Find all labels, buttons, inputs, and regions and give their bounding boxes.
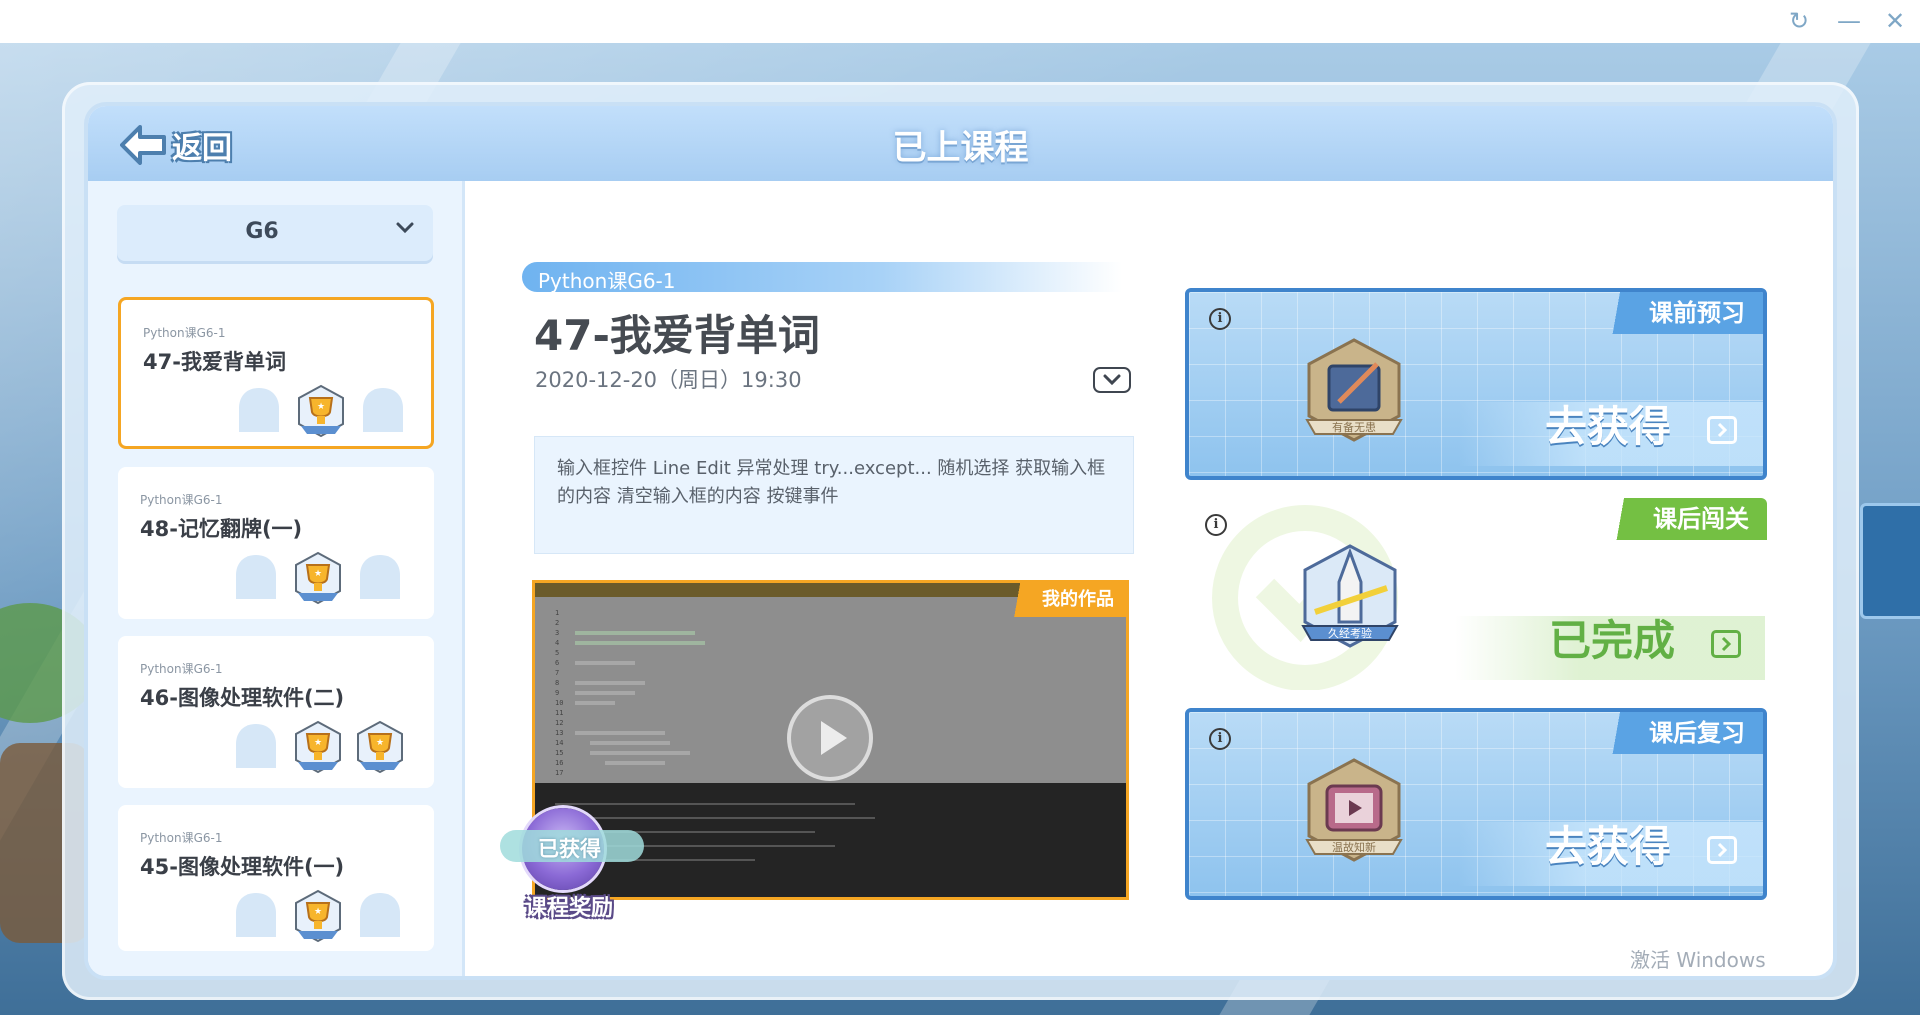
course-description-box: 输入框控件 Line Edit 异常处理 try...except... 随机选…	[534, 436, 1134, 554]
lesson-title: 46-图像处理软件(二)	[140, 686, 345, 710]
course-date: 2020-12-20（周日）19:30	[535, 368, 802, 392]
header-bar: 返回 已上课程	[88, 106, 1833, 181]
medal-text: 久经考验	[1328, 626, 1372, 640]
empty-badge-icon	[360, 893, 400, 937]
lesson-course: Python课G6-1	[143, 326, 226, 340]
chevron-right-icon[interactable]	[1711, 630, 1741, 658]
course-reward-button[interactable]: 已获得 课程奖励	[500, 808, 644, 921]
empty-badge-icon	[239, 388, 279, 432]
my-work-tag: 我的作品	[1002, 583, 1126, 617]
card-action: 去获得	[1544, 822, 1671, 871]
info-icon[interactable]: i	[1209, 308, 1231, 330]
lesson-course: Python课G6-1	[140, 662, 223, 676]
info-icon[interactable]: i	[1209, 728, 1231, 750]
trophy-badge-icon: ★	[295, 551, 341, 605]
play-icon[interactable]	[787, 695, 873, 781]
expand-toggle-button[interactable]	[1093, 367, 1131, 393]
card-tag: 课后复习	[1587, 712, 1763, 754]
lesson-badges: ★ ★	[230, 720, 406, 776]
course-tag: Python课G6-1	[522, 262, 1122, 293]
lesson-badges: ★	[230, 889, 406, 945]
empty-badge-icon	[236, 724, 276, 768]
lesson-title: 45-图像处理软件(一)	[140, 855, 345, 879]
empty-badge-icon	[360, 555, 400, 599]
grade-select[interactable]: G6	[117, 205, 433, 261]
trophy-badge-icon: ★	[295, 720, 341, 774]
empty-badge-icon	[236, 893, 276, 937]
svg-text:★: ★	[317, 402, 325, 412]
page-title: 已上课程	[892, 128, 1029, 168]
svg-text:★: ★	[314, 738, 322, 748]
lesson-badges: ★	[233, 384, 409, 440]
lesson-card[interactable]: Python课G6-1 48-记忆翻牌(一) ★	[118, 467, 434, 619]
course-title: 47-我爱背单词	[534, 311, 820, 360]
info-icon[interactable]: i	[1205, 514, 1227, 536]
trophy-badge-icon: ★	[357, 720, 403, 774]
challenge-task-card[interactable]: i 课后闯关 久经考验 已完成	[1185, 498, 1767, 690]
grade-select-value: G6	[245, 219, 279, 244]
lesson-card[interactable]: Python课G6-1 46-图像处理软件(二) ★ ★	[118, 636, 434, 788]
chevron-down-icon	[1103, 374, 1121, 386]
lesson-title: 48-记忆翻牌(一)	[140, 517, 303, 541]
reward-status: 已获得	[538, 837, 601, 861]
lesson-course: Python课G6-1	[140, 831, 223, 845]
chevron-right-icon[interactable]	[1707, 416, 1737, 444]
lesson-course: Python课G6-1	[140, 493, 223, 507]
svg-text:★: ★	[376, 738, 384, 748]
reward-label: 课程奖励	[525, 896, 614, 921]
svg-text:★: ★	[314, 569, 322, 579]
lesson-title: 47-我爱背单词	[143, 350, 286, 374]
chevron-down-icon	[396, 222, 414, 234]
refresh-icon[interactable]: ↻	[1784, 6, 1814, 36]
empty-badge-icon	[363, 388, 403, 432]
course-description: 输入框控件 Line Edit 异常处理 try...except... 随机选…	[557, 458, 1106, 507]
minimize-icon[interactable]: —	[1834, 6, 1864, 36]
empty-badge-icon	[236, 555, 276, 599]
book-medal-icon: 有备无患	[1305, 338, 1403, 442]
trophy-badge-icon: ★	[295, 889, 341, 943]
medal-text: 温故知新	[1332, 840, 1376, 854]
medal-text: 有备无患	[1332, 420, 1376, 434]
course-tag-label: Python课G6-1	[538, 269, 676, 293]
card-action: 已完成	[1548, 616, 1675, 665]
lesson-badges: ★	[230, 551, 406, 607]
close-icon[interactable]: ✕	[1880, 6, 1910, 36]
tablet-medal-icon: 温故知新	[1305, 758, 1403, 862]
chevron-right-icon[interactable]	[1707, 836, 1737, 864]
lesson-card[interactable]: Python课G6-1 47-我爱背单词 ★	[118, 297, 434, 449]
card-tag: 课前预习	[1587, 292, 1763, 334]
lesson-card[interactable]: Python课G6-1 45-图像处理软件(一) ★	[118, 805, 434, 951]
trophy-badge-icon: ★	[298, 384, 344, 438]
card-tag: 课后闯关	[1591, 498, 1767, 540]
preview-task-card[interactable]: i 课前预习 有备无患 去获得	[1185, 288, 1767, 480]
rocket-medal-icon: 久经考验	[1301, 544, 1399, 648]
review-task-card[interactable]: i 课后复习 温故知新 去获得	[1185, 708, 1767, 900]
svg-text:★: ★	[314, 907, 322, 917]
card-action: 去获得	[1544, 402, 1671, 451]
window-titlebar: ↻ — ✕	[0, 0, 1920, 43]
windows-activation-watermark: 激活 Windows	[1630, 948, 1766, 972]
